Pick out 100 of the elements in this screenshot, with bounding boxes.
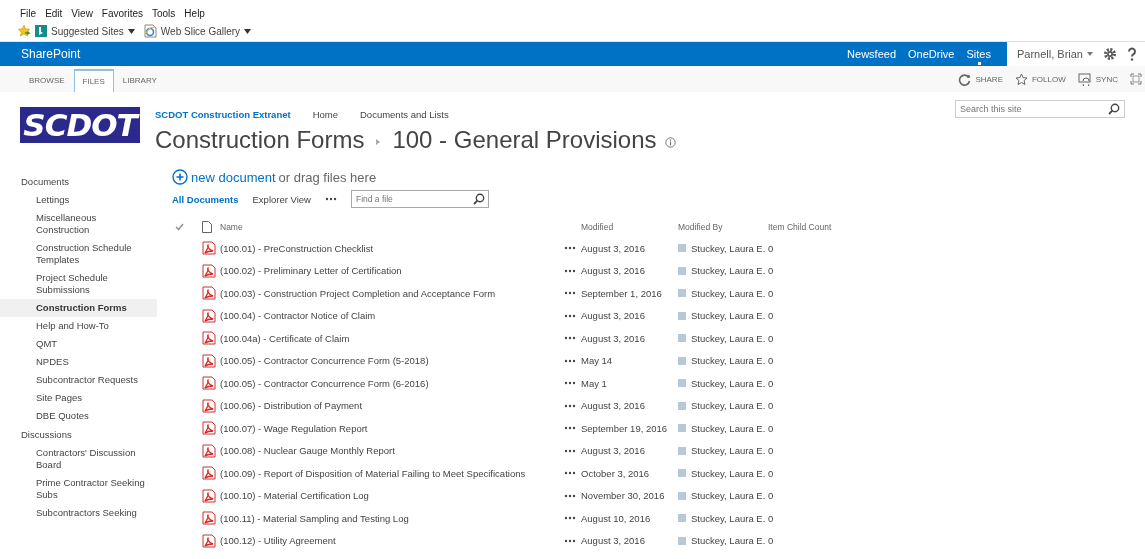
- table-cell: 0: [768, 287, 774, 299]
- search-icon[interactable]: [1108, 103, 1120, 115]
- pdf-icon[interactable]: [202, 263, 216, 278]
- more-icon[interactable]: [564, 336, 576, 341]
- menu-item[interactable]: Edit: [45, 8, 63, 19]
- table-cell: 0: [768, 377, 774, 389]
- view-tab[interactable]: Explorer View: [252, 193, 311, 205]
- more-icon[interactable]: [564, 426, 576, 431]
- sidebar-item[interactable]: Help and How-To: [0, 317, 157, 335]
- settings-icon[interactable]: [1103, 47, 1117, 61]
- more-views-icon[interactable]: [324, 197, 337, 201]
- file-link[interactable]: (100.06) - Distribution of Payment: [220, 400, 363, 412]
- pdf-icon[interactable]: [202, 488, 216, 503]
- file-link[interactable]: (100.01) - PreConstruction Checklist: [220, 242, 374, 254]
- sidebar-item[interactable]: Construction Forms: [0, 299, 157, 317]
- column-header[interactable]: Modified By: [678, 216, 768, 237]
- column-header[interactable]: Name: [220, 216, 564, 237]
- sidebar-item[interactable]: Construction Schedule Templates: [0, 239, 157, 269]
- menu-item[interactable]: Tools: [152, 8, 176, 19]
- sidebar-item[interactable]: Project Schedule Submissions: [0, 269, 157, 299]
- more-icon[interactable]: [564, 313, 576, 318]
- pdf-icon[interactable]: [202, 353, 216, 368]
- favorites-link[interactable]: Suggested Sites: [51, 25, 124, 37]
- more-icon[interactable]: [564, 516, 576, 521]
- ribbon-tab[interactable]: FILES: [73, 69, 114, 92]
- sidebar-item[interactable]: Contractors' Discussion Board: [0, 444, 157, 474]
- ribbon-tab[interactable]: BROWSE: [20, 69, 74, 92]
- find-field[interactable]: Find a file: [350, 190, 489, 208]
- file-link[interactable]: (100.04) - Contractor Notice of Claim: [220, 310, 376, 322]
- sidebar-item[interactable]: Subcontractor Requests: [0, 371, 157, 389]
- help-icon[interactable]: [1127, 47, 1137, 61]
- menu-item[interactable]: Favorites: [101, 8, 143, 19]
- pdf-icon[interactable]: [202, 308, 216, 323]
- ribbon-action[interactable]: SYNC: [1077, 66, 1118, 92]
- brand-name[interactable]: SharePoint: [0, 47, 842, 61]
- sidebar-item[interactable]: NPDES: [0, 353, 157, 371]
- search-field[interactable]: Search this site: [955, 100, 1125, 118]
- pdf-icon[interactable]: [202, 443, 216, 458]
- breadcrumb-link[interactable]: Construction Forms: [155, 126, 365, 154]
- new-document-link[interactable]: new document: [191, 169, 276, 185]
- menu-item[interactable]: Help: [184, 8, 205, 19]
- sidebar-item[interactable]: QMT: [0, 335, 157, 353]
- pdf-icon[interactable]: [202, 331, 216, 346]
- pdf-icon[interactable]: [202, 286, 216, 301]
- sidebar-heading[interactable]: Discussions: [0, 425, 157, 444]
- pdf-icon[interactable]: [202, 511, 216, 526]
- ribbon-action[interactable]: FOLLOW: [1015, 66, 1066, 92]
- favorites-link[interactable]: Web Slice Gallery: [160, 25, 241, 37]
- file-link[interactable]: (100.03) - Construction Project Completion and Acceptance Form: [220, 287, 496, 299]
- pdf-icon[interactable]: [202, 398, 216, 413]
- more-icon[interactable]: [564, 403, 576, 408]
- more-icon[interactable]: [564, 291, 576, 296]
- file-link[interactable]: (100.04a) - Certificate of Claim: [220, 332, 350, 344]
- more-icon[interactable]: [564, 358, 576, 363]
- sidebar-item[interactable]: DBE Quotes: [0, 407, 157, 425]
- pdf-icon[interactable]: [202, 376, 216, 391]
- file-link[interactable]: (100.07) - Wage Regulation Report: [220, 422, 368, 434]
- pdf-icon[interactable]: [202, 533, 216, 548]
- sidebar-item[interactable]: Lettings: [0, 191, 157, 209]
- more-icon[interactable]: [564, 471, 576, 476]
- file-link[interactable]: (100.05) - Contractor Concurrence Form (5-2018): [220, 355, 429, 367]
- file-link[interactable]: (100.05) - Contractor Concurrence Form (6-2016): [220, 377, 429, 389]
- more-icon[interactable]: [564, 246, 576, 251]
- site-title[interactable]: SCDOT Construction Extranet: [155, 108, 291, 120]
- more-icon[interactable]: [564, 538, 576, 543]
- sidebar-heading[interactable]: Documents: [0, 172, 157, 191]
- more-icon[interactable]: [564, 448, 576, 453]
- file-link[interactable]: (100.12) - Utility Agreement: [220, 535, 336, 547]
- sidebar-item[interactable]: Site Pages: [0, 389, 157, 407]
- view-tab[interactable]: All Documents: [172, 193, 239, 205]
- more-icon[interactable]: [564, 493, 576, 498]
- sidebar-item[interactable]: Miscellaneous Construction: [0, 209, 157, 239]
- file-link[interactable]: (100.08) - Nuclear Gauge Monthly Report: [220, 445, 395, 457]
- nav-link[interactable]: Home: [312, 108, 338, 120]
- more-icon[interactable]: [564, 268, 576, 273]
- pdf-icon[interactable]: [202, 421, 216, 436]
- ribbon-action[interactable]: SHARE: [958, 66, 1003, 92]
- file-link[interactable]: (100.11) - Material Sampling and Testing Log: [220, 512, 409, 524]
- menu-item[interactable]: View: [71, 8, 93, 19]
- suite-link[interactable]: OneDrive: [902, 42, 961, 66]
- sidebar-item[interactable]: Subcontractors Seeking: [0, 504, 157, 522]
- menu-item[interactable]: File: [20, 8, 37, 19]
- ribbon-tab[interactable]: LIBRARY: [113, 69, 166, 92]
- search-icon[interactable]: [472, 193, 485, 205]
- presence-icon: [678, 491, 686, 500]
- column-header[interactable]: Item Child Count: [768, 216, 832, 237]
- suite-link[interactable]: Newsfeed: [841, 42, 902, 66]
- focus-icon[interactable]: [1130, 73, 1142, 85]
- file-link[interactable]: (100.02) - Preliminary Letter of Certification: [220, 265, 402, 277]
- more-icon[interactable]: [564, 381, 576, 386]
- suite-link[interactable]: Sites: [960, 42, 997, 66]
- column-header[interactable]: Modified: [581, 216, 678, 237]
- add-icon[interactable]: [172, 169, 188, 185]
- file-link[interactable]: (100.09) - Report of Disposition of Material Failing to Meet Specifications: [220, 467, 526, 479]
- nav-link[interactable]: Documents and Lists: [360, 108, 449, 120]
- logo[interactable]: SCDOT: [20, 107, 140, 143]
- file-link[interactable]: (100.10) - Material Certification Log: [220, 490, 369, 502]
- sidebar-item[interactable]: Prime Contractor Seeking Subs: [0, 474, 157, 504]
- pdf-icon[interactable]: [202, 241, 216, 256]
- pdf-icon[interactable]: [202, 466, 216, 481]
